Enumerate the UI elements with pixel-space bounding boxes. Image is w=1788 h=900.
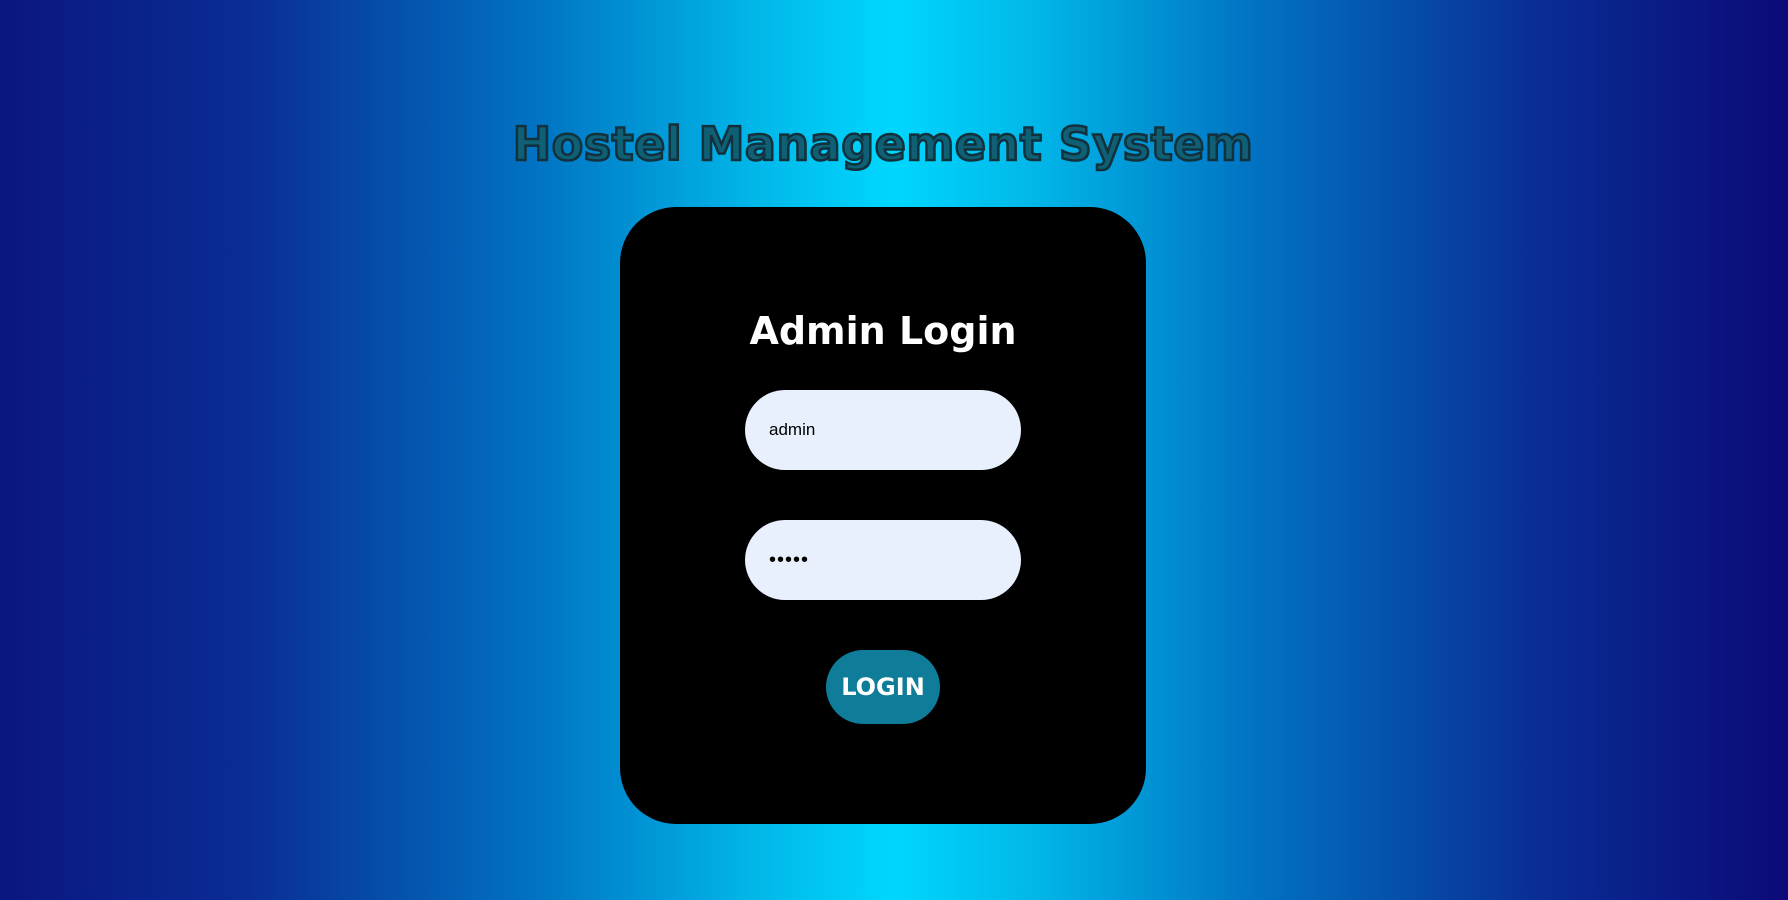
login-heading: Admin Login	[749, 309, 1017, 353]
login-button[interactable]: LOGIN	[826, 650, 940, 724]
app-title: Hostel Management System	[511, 116, 1254, 173]
username-input[interactable]	[745, 390, 1021, 470]
password-input[interactable]	[745, 520, 1021, 600]
login-card: Admin Login LOGIN	[620, 207, 1146, 824]
